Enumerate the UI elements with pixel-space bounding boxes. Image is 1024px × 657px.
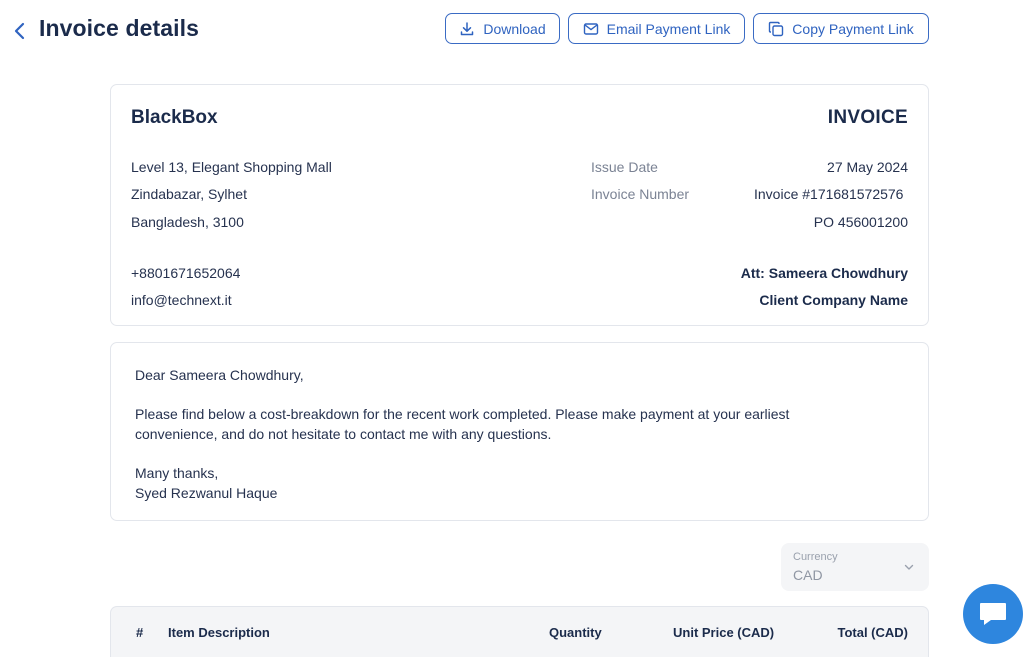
invoice-number-label: Invoice Number <box>591 186 690 202</box>
letter-closing: Many thanks, <box>135 465 219 481</box>
column-header-description: Item Description <box>168 625 270 640</box>
letter-body: Please find below a cost-breakdown for t… <box>135 406 790 442</box>
currency-select[interactable]: Currency CAD <box>781 543 929 591</box>
copy-icon <box>769 21 784 36</box>
chevron-left-icon[interactable] <box>10 19 30 43</box>
address-line-1: Level 13, Elegant Shopping Mall <box>131 159 332 175</box>
letter-signature: Syed Rezwanul Haque <box>135 485 278 501</box>
email-payment-link-label: Email Payment Link <box>606 20 731 37</box>
column-header-total: Total (CAD) <box>837 625 908 640</box>
copy-payment-link-button[interactable]: Copy Payment Link <box>753 13 929 44</box>
company-phone: +8801671652064 <box>131 265 241 281</box>
items-table-header: # Item Description Quantity Unit Price (… <box>110 606 929 657</box>
copy-payment-link-label: Copy Payment Link <box>792 20 914 37</box>
cover-letter: Dear Sameera Chowdhury, Please find belo… <box>135 365 835 503</box>
address-line-3: Bangladesh, 3100 <box>131 214 244 230</box>
currency-value: CAD <box>793 567 823 583</box>
po-number: PO 456001200 <box>813 214 908 230</box>
column-header-quantity: Quantity <box>549 625 602 640</box>
letter-greeting: Dear Sameera Chowdhury, <box>135 367 304 383</box>
page-header: Invoice details Download Email Payment L… <box>0 0 1024 58</box>
cover-letter-card: Dear Sameera Chowdhury, Please find belo… <box>110 342 929 521</box>
column-header-number: # <box>136 625 144 640</box>
mail-icon <box>583 22 598 35</box>
column-header-unit-price: Unit Price (CAD) <box>673 625 775 640</box>
download-icon <box>461 21 474 35</box>
email-payment-link-button[interactable]: Email Payment Link <box>568 13 745 44</box>
issue-date-value: 27 May 2024 <box>827 159 908 175</box>
download-button-label: Download <box>483 20 546 37</box>
invoice-summary-card: BlackBox INVOICE Level 13, Elegant Shopp… <box>110 84 929 326</box>
chat-launcher-button[interactable] <box>963 584 1023 644</box>
page-title: Invoice details <box>39 15 200 41</box>
chat-bubble-icon <box>980 603 1006 625</box>
attention-line: Att: Sameera Chowdhury <box>740 265 908 281</box>
issue-date-label: Issue Date <box>591 159 658 175</box>
client-company-name: Client Company Name <box>759 292 908 308</box>
chevron-down-icon <box>903 560 915 572</box>
invoice-heading: INVOICE <box>827 107 908 128</box>
address-line-2: Zindabazar, Sylhet <box>131 186 247 202</box>
company-name: BlackBox <box>131 107 218 128</box>
company-email: info@technext.it <box>131 292 232 308</box>
invoice-number-value: Invoice #171681572576 <box>754 186 904 202</box>
download-button[interactable]: Download <box>445 13 560 44</box>
currency-label: Currency <box>793 551 838 563</box>
